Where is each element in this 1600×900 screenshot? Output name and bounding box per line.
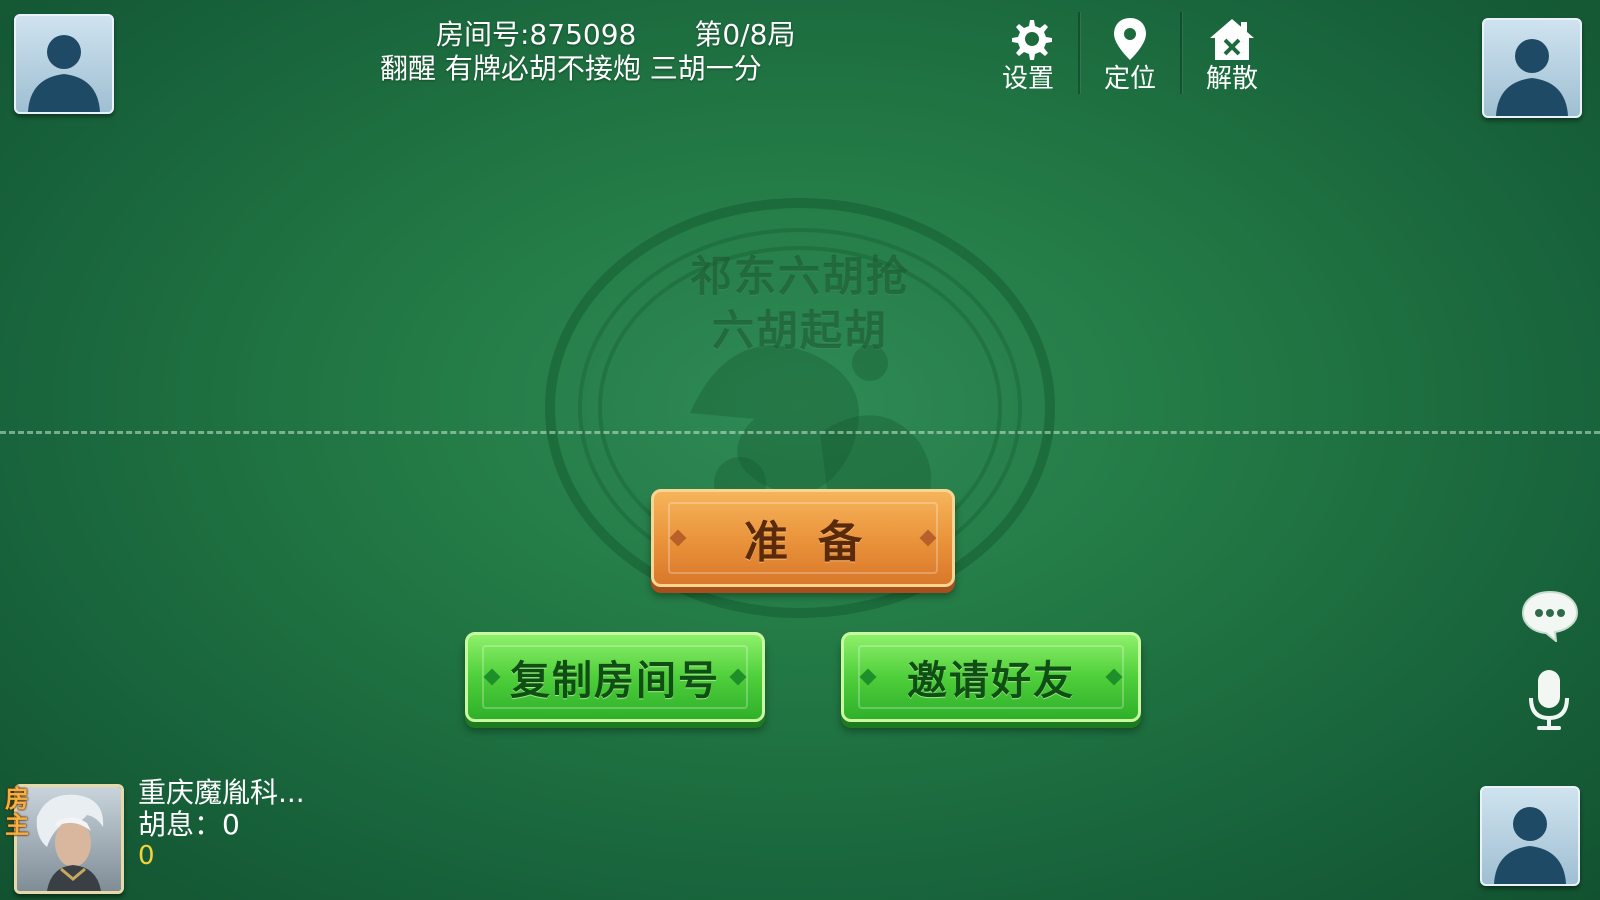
user-silhouette-icon	[1494, 807, 1566, 884]
host-badge: 房主	[5, 785, 29, 839]
ready-label: 准备	[744, 517, 892, 568]
user-silhouette-icon	[28, 35, 100, 112]
location-pin-icon	[1114, 18, 1146, 60]
top-toolbar: 设置 定位 解散	[978, 12, 1282, 94]
dissolve-room-button[interactable]: 解散	[1180, 12, 1282, 94]
invite-friends-label: 邀请好友	[907, 658, 1075, 704]
user-silhouette-icon	[1496, 39, 1568, 116]
diamond-ornament-icon	[1105, 668, 1123, 686]
settings-button[interactable]: 设置	[978, 12, 1078, 94]
watermark-line-1: 祁东六胡抢	[689, 252, 910, 301]
player-name: 重庆魔胤科...	[138, 776, 305, 809]
diamond-ornament-icon	[483, 668, 501, 686]
location-label: 定位	[1103, 64, 1156, 94]
watermark-line-2: 六胡起胡	[711, 306, 888, 355]
round-counter: 第0/8局	[694, 18, 796, 51]
diamond-ornament-icon	[729, 668, 747, 686]
room-number: 房间号:875098	[436, 18, 637, 51]
table-watermark-text: 祁东六胡抢 六胡起胡	[640, 250, 960, 358]
chat-bubble-icon[interactable]	[1520, 588, 1580, 642]
dissolve-label: 解散	[1205, 64, 1258, 94]
room-info: 房间号:875098 第0/8局 翻醒 有牌必胡不接炮 三胡一分	[380, 18, 880, 86]
seat-top-right-empty[interactable]	[1482, 18, 1582, 118]
player-portrait-image	[17, 787, 121, 891]
seat-bottom-right-empty[interactable]	[1480, 786, 1580, 886]
diamond-ornament-icon	[669, 529, 687, 547]
gear-icon	[1012, 20, 1052, 60]
copy-room-number-button[interactable]: 复制房间号	[465, 632, 765, 722]
settings-label: 设置	[1001, 64, 1054, 94]
house-close-icon	[1210, 19, 1254, 60]
diamond-ornament-icon	[919, 529, 937, 547]
player-score: 0	[138, 841, 155, 871]
table-divider-line	[0, 431, 1600, 434]
ready-button[interactable]: 准备	[651, 489, 955, 587]
seat-top-left-empty[interactable]	[14, 14, 114, 114]
copy-room-number-label: 复制房间号	[510, 658, 720, 704]
diamond-ornament-icon	[859, 668, 877, 686]
microphone-icon[interactable]	[1524, 668, 1574, 734]
room-rules: 翻醒 有牌必胡不接炮 三胡一分	[380, 52, 762, 85]
player-hu-score: 胡息：0	[138, 808, 240, 841]
location-button[interactable]: 定位	[1078, 12, 1180, 94]
invite-friends-button[interactable]: 邀请好友	[841, 632, 1141, 722]
